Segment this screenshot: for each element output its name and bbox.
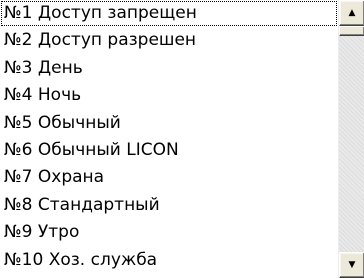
list-item-8[interactable]: №8 Стандартный	[0, 192, 338, 219]
list-item-1[interactable]: №1 Доступ запрещен	[0, 0, 338, 27]
list-item-4[interactable]: №4 Ночь	[0, 82, 338, 109]
list-item-9[interactable]: №9 Утро	[0, 219, 338, 246]
schedule-list: №1 Доступ запрещен №2 Доступ разрешен №3…	[0, 0, 338, 278]
list-item-10[interactable]: №10 Хоз. служба	[0, 247, 338, 274]
list-item-label: №2 Доступ разрешен	[4, 30, 197, 51]
list-item-label: №10 Хоз. служба	[4, 249, 158, 270]
arrow-up-icon: ▲	[348, 7, 356, 18]
list-item-7[interactable]: №7 Охрана	[0, 164, 338, 191]
list-item-label: №9 Утро	[4, 222, 80, 243]
list-item-label: №6 Обычный LICON	[4, 139, 179, 160]
schedule-listbox[interactable]: №1 Доступ запрещен №2 Доступ разрешен №3…	[0, 0, 364, 278]
list-item-2[interactable]: №2 Доступ разрешен	[0, 27, 338, 54]
vertical-scrollbar[interactable]: ▲ ▼	[338, 0, 364, 278]
list-item-label: №1 Доступ запрещен	[4, 3, 197, 23]
scroll-thumb[interactable]	[339, 26, 364, 36]
list-item-6[interactable]: №6 Обычный LICON	[0, 137, 338, 164]
list-item-label: №7 Охрана	[4, 167, 105, 188]
list-item-5[interactable]: №5 Обычный	[0, 110, 338, 137]
list-item-label: №8 Стандартный	[4, 194, 160, 215]
arrow-down-icon: ▼	[348, 259, 356, 270]
scroll-up-button[interactable]: ▲	[339, 0, 364, 26]
list-item-label: №3 День	[4, 57, 83, 78]
scroll-down-button[interactable]: ▼	[339, 252, 364, 278]
list-item-label: №5 Обычный	[4, 112, 121, 133]
list-item-3[interactable]: №3 День	[0, 55, 338, 82]
list-item-label: №4 Ночь	[4, 85, 82, 106]
